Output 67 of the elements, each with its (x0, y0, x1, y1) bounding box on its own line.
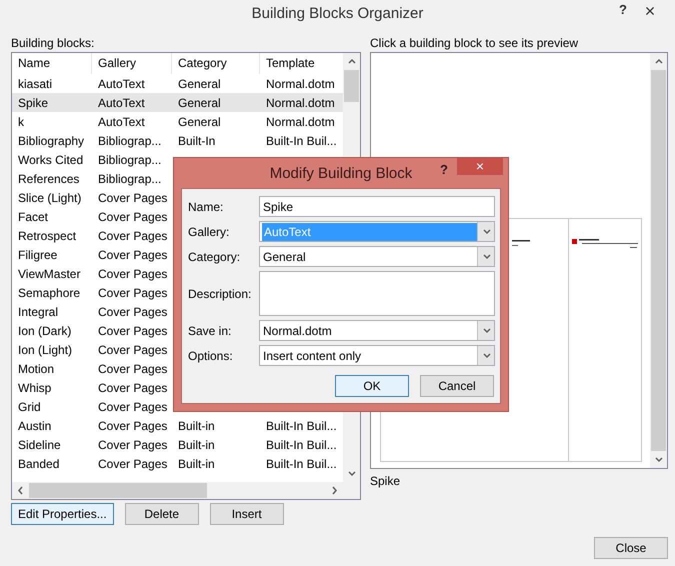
table-cell-text: Cover Pages (97, 380, 168, 394)
table-cell-text: Cover Pages (97, 286, 168, 300)
field-label: Category: (188, 250, 242, 264)
preview-caption: Spike (370, 474, 402, 488)
window-title: Building Blocks Organizer (252, 4, 424, 22)
table-cell-text: Spike (17, 96, 50, 110)
table-cell-text: Banded (17, 456, 60, 470)
table-cell-text: References (17, 172, 80, 186)
table-cell-text: Grid (17, 400, 42, 414)
table-cell-text: ViewMaster (17, 266, 82, 280)
table-cell-text: Built-In Buil... (265, 134, 338, 148)
table-cell-text: Cover Pages (97, 456, 168, 470)
table-cell-text: Motion (17, 362, 56, 376)
table-cell-text: General (177, 76, 222, 90)
table-cell-text: Built-In Buil... (265, 418, 338, 432)
table-cell-text: Sideline (17, 438, 62, 452)
table-cell-text: AutoText (97, 76, 146, 90)
table-cell-text: Cover Pages (97, 400, 168, 414)
table-cell-text: General (177, 114, 222, 128)
table-cell-text: Built-In (177, 134, 216, 148)
table-cell-text: Cover Pages (97, 210, 168, 224)
dialog-title: Modify Building Block (270, 164, 412, 182)
table-cell-text: Ion (Dark) (17, 324, 72, 338)
table-cell-text: Built-In Buil... (265, 456, 338, 470)
table-cell-text: Cover Pages (97, 304, 168, 318)
table-cell-text: Bibliography (17, 134, 86, 148)
table-cell-text: Cover Pages (97, 438, 168, 452)
table-cell-text: Cover Pages (97, 248, 168, 262)
table-cell-text: Normal.dotm (265, 96, 336, 110)
preview-label: Click a building block to see its preview (370, 35, 580, 51)
table-cell-text: Bibliograp... (97, 172, 162, 186)
table-cell-text: Cover Pages (97, 324, 168, 338)
table-cell-text: Built-in (177, 438, 216, 452)
table-cell-text: Built-In Buil... (265, 438, 338, 452)
table-cell-text: Integral (17, 304, 60, 318)
table-cell-text: Built-in (177, 456, 216, 470)
table-cell-text: Ion (Light) (17, 342, 74, 356)
table-cell-text: Semaphore (17, 286, 82, 300)
table-cell-text: Normal.dotm (265, 76, 336, 90)
table-cell-text: Whisp (17, 380, 52, 394)
table-cell-text: Cover Pages (97, 228, 168, 242)
table-cell-text: Works Cited (17, 152, 84, 166)
table-cell-text: Bibliograp... (97, 152, 162, 166)
table-cell-text: kiasati (17, 76, 54, 90)
field-label: Name: (188, 200, 224, 214)
table-cell-text: Slice (Light) (17, 190, 82, 204)
table-cell-text: Cover Pages (97, 418, 168, 432)
table-cell-text: General (177, 96, 222, 110)
table-cell-text: Bibliograp... (97, 134, 162, 148)
table-cell-text: Filigree (17, 248, 58, 262)
field-label: Save in: (188, 324, 232, 338)
table-cell-text: Austin (17, 418, 52, 432)
table-cell-text: Cover Pages (97, 362, 168, 376)
table-cell-text: Retrospect (17, 228, 78, 242)
table-cell-text: Cover Pages (97, 342, 168, 356)
list-label: Building blocks: (11, 35, 96, 51)
table-cell-text: Cover Pages (97, 266, 168, 280)
table-cell-text: AutoText (97, 96, 146, 110)
table-cell-text: k (17, 114, 25, 128)
table-cell-text: AutoText (97, 114, 146, 128)
table-cell-text: Built-in (177, 418, 216, 432)
field-label: Options: (188, 348, 234, 362)
field-label: Gallery: (188, 224, 230, 238)
table-cell-text: Normal.dotm (265, 114, 336, 128)
field-label: Description: (188, 286, 252, 300)
table-cell-text: Facet (17, 210, 50, 224)
table-cell-text: Cover Pages (97, 190, 168, 204)
